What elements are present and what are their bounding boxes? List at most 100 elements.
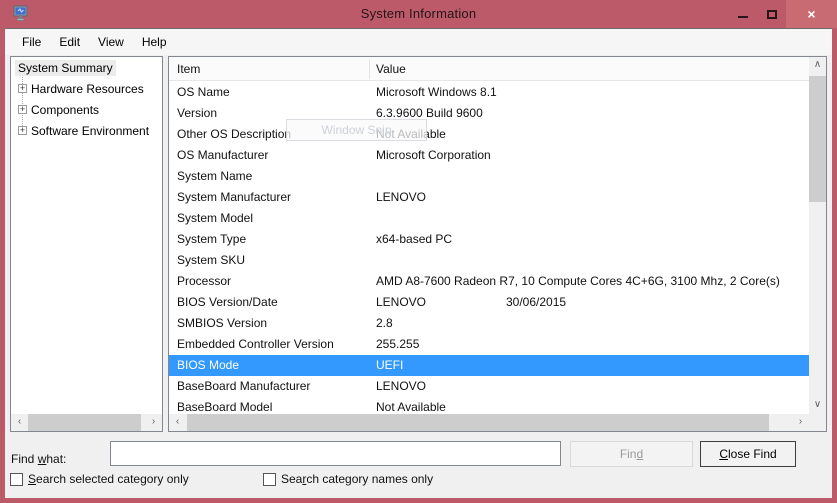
details-rows: OS Name Microsoft Windows 8.1 Version 6.3.9… (169, 82, 809, 414)
item-cell: OS Name (177, 82, 230, 103)
list-hscroll-thumb[interactable] (187, 414, 769, 431)
value-cell: Not Available (376, 124, 807, 145)
tree-item-label: System Summary (15, 60, 116, 76)
search-selected-category-label[interactable]: Search selected category only (28, 472, 189, 486)
scroll-left-icon[interactable]: ‹ (169, 414, 186, 431)
table-row[interactable]: OS Name Microsoft Windows 8.1 (169, 82, 809, 103)
table-row[interactable]: Version 6.3.9600 Build 9600 (169, 103, 809, 124)
table-row[interactable]: Other OS Description Not Available (169, 124, 809, 145)
list-vscroll-thumb[interactable] (809, 76, 826, 202)
item-cell: SMBIOS Version (177, 313, 267, 334)
menu-item-edit[interactable]: Edit (50, 31, 89, 53)
scrollbar-corner (809, 414, 826, 431)
expand-plus-icon[interactable]: + (18, 126, 27, 135)
find-input[interactable] (110, 441, 561, 466)
value-date-cell: 30/06/2015 (506, 292, 566, 313)
system-information-window: System Information × FileEditViewHelp Sy… (0, 0, 837, 503)
maximize-button[interactable] (757, 0, 786, 28)
minimize-icon (738, 16, 748, 18)
find-button[interactable]: Find (570, 441, 693, 467)
scroll-down-icon[interactable]: ∨ (809, 397, 826, 414)
scroll-right-icon[interactable]: › (145, 414, 162, 431)
item-cell: Other OS Description (177, 124, 291, 145)
item-cell: BIOS Version/Date (177, 292, 278, 313)
table-row[interactable]: SMBIOS Version 2.8 (169, 313, 809, 334)
table-row[interactable]: Embedded Controller Version255.255 (169, 334, 809, 355)
tree-item-software-environment[interactable]: + Software Environment (11, 121, 162, 141)
list-vertical-scrollbar[interactable]: ∧ ∨ (809, 57, 826, 414)
category-tree: System Summary + Hardware Resources + Compon… (11, 57, 162, 414)
item-cell: BaseBoard Manufacturer (177, 376, 310, 397)
item-cell: System SKU (177, 250, 245, 271)
window-controls: × (728, 0, 837, 28)
table-row[interactable]: OS Manufacturer Microsoft Corporation (169, 145, 809, 166)
find-what-label: Find what: (11, 447, 66, 472)
menu-item-view[interactable]: View (89, 31, 133, 53)
item-cell: System Model (177, 208, 253, 229)
search-selected-category-checkbox[interactable] (10, 473, 23, 486)
table-row[interactable]: BaseBoard ManufacturerLENOVO (169, 376, 809, 397)
list-horizontal-scrollbar[interactable]: ‹ › (169, 414, 809, 431)
expand-plus-icon[interactable]: + (18, 105, 27, 114)
list-header: Item Value (169, 57, 809, 81)
titlebar[interactable]: System Information × (0, 0, 837, 28)
table-row[interactable]: System SKU (169, 250, 809, 271)
item-cell: BaseBoard Model (177, 397, 272, 414)
client-area: FileEditViewHelp System Summary + Hardware… (5, 28, 832, 498)
close-icon: × (807, 6, 815, 22)
item-cell: System Name (177, 166, 252, 187)
tree-hscroll-thumb[interactable] (28, 414, 141, 431)
close-button[interactable]: × (786, 0, 837, 28)
table-row[interactable]: System Model (169, 208, 809, 229)
column-separator[interactable] (369, 59, 370, 79)
details-list-panel: Item Value OS NameMicrosoft Windows 8.1V… (168, 56, 827, 432)
close-find-button[interactable]: Close Find (700, 441, 796, 467)
category-tree-panel: System Summary + Hardware Resources + Compon… (10, 56, 163, 432)
column-header-item[interactable]: Item (177, 57, 200, 81)
table-row[interactable]: BIOS Version/Date LENOVO30/06/2015 (169, 292, 809, 313)
value-cell: 6.3.9600 Build 9600 (376, 103, 807, 124)
value-cell: 2.8 (376, 313, 807, 334)
search-category-names-label[interactable]: Search category names only (281, 472, 433, 486)
search-selected-category-option[interactable]: Search selected category only (10, 472, 189, 488)
table-row[interactable]: System Typex64-based PC (169, 229, 809, 250)
menubar: FileEditViewHelp (5, 29, 832, 55)
table-row[interactable]: Processor AMD A8-7600 Radeon R7, 10 Compu… (169, 271, 809, 292)
value-cell: LENOVO (376, 187, 807, 208)
menu-item-file[interactable]: File (13, 31, 50, 53)
tree-item-system-summary[interactable]: System Summary (11, 58, 162, 78)
tree-item-label: Software Environment (31, 124, 149, 138)
table-row[interactable]: BIOS ModeUEFI (169, 355, 809, 376)
value-cell: Microsoft Windows 8.1 (376, 82, 807, 103)
table-row[interactable]: BaseBoard Model Not Available (169, 397, 809, 414)
column-header-value[interactable]: Value (376, 57, 406, 81)
value-cell: x64-based PC (376, 229, 807, 250)
search-category-names-checkbox[interactable] (263, 473, 276, 486)
table-row[interactable]: System Name (169, 166, 809, 187)
value-cell: Not Available (376, 397, 807, 414)
value-cell: Microsoft Corporation (376, 145, 807, 166)
item-cell: Version (177, 103, 217, 124)
tree-item-components[interactable]: + Components (11, 100, 162, 120)
scroll-right-icon[interactable]: › (792, 414, 809, 431)
window-snip-ghost: Window Snip (286, 119, 427, 141)
item-cell: System Manufacturer (177, 187, 291, 208)
tree-item-label: Components (31, 103, 99, 117)
tree-horizontal-scrollbar[interactable]: ‹ › (11, 414, 162, 431)
tree-item-label: Hardware Resources (31, 82, 144, 96)
scroll-up-icon[interactable]: ∧ (809, 57, 826, 74)
search-category-names-option[interactable]: Search category names only (263, 472, 433, 488)
tree-item-hardware-resources[interactable]: + Hardware Resources (11, 79, 162, 99)
value-cell: AMD A8-7600 Radeon R7, 10 Compute Cores … (376, 271, 807, 292)
value-cell: 255.255 (376, 334, 807, 355)
scroll-left-icon[interactable]: ‹ (11, 414, 28, 431)
table-row[interactable]: System Manufacturer LENOVO (169, 187, 809, 208)
minimize-button[interactable] (728, 0, 757, 28)
item-cell: Processor (177, 271, 231, 292)
value-cell: UEFI (376, 355, 807, 376)
value-cell: LENOVO (376, 292, 807, 313)
item-cell: OS Manufacturer (177, 145, 268, 166)
expand-plus-icon[interactable]: + (18, 84, 27, 93)
maximize-icon (767, 10, 777, 19)
menu-item-help[interactable]: Help (133, 31, 176, 53)
